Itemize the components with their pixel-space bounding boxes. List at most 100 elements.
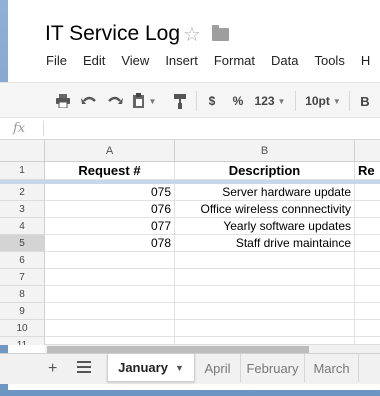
cell-b6[interactable] — [175, 252, 355, 269]
row-number[interactable]: 1 — [0, 162, 45, 180]
menu-help[interactable]: H — [353, 53, 378, 68]
font-size-label: 10pt — [305, 94, 330, 108]
row-number-selected[interactable]: 5 — [0, 235, 45, 252]
toolbar: ▼ $ % 123 ▼ 10pt ▼ B — [0, 82, 380, 118]
cell-b8[interactable] — [175, 286, 355, 303]
table-row: 9 — [0, 303, 380, 320]
table-row: 6 — [0, 252, 380, 269]
column-header-a[interactable]: A — [45, 140, 175, 162]
cell-b10[interactable] — [175, 320, 355, 337]
toolbar-separator — [295, 91, 296, 111]
column-header-b[interactable]: B — [175, 140, 355, 162]
cell-c7[interactable] — [355, 269, 380, 286]
select-all-corner[interactable] — [0, 140, 45, 162]
fx-icon: fx — [13, 121, 26, 136]
cell-a2[interactable]: 075 — [45, 184, 175, 201]
cell-b2[interactable]: Server hardware update — [175, 184, 355, 201]
cell-b5[interactable]: Staff drive maintaince — [175, 235, 355, 252]
table-row: 2 075 Server hardware update — [0, 184, 380, 201]
add-sheet-icon[interactable]: + — [48, 360, 57, 378]
cell-c1[interactable]: Re — [355, 162, 380, 180]
number-format-label: 123 — [254, 94, 275, 108]
bold-button[interactable]: B — [358, 92, 372, 110]
spreadsheet-grid: A B 1 Request # Description Re 2 075 Ser… — [0, 140, 380, 345]
horizontal-scrollbar[interactable] — [45, 344, 380, 353]
menu-bar: File Edit View Insert Format Data Tools H — [38, 53, 378, 71]
row-number[interactable]: 8 — [0, 286, 45, 303]
scrollbar-thumb[interactable] — [47, 346, 309, 353]
font-size-dropdown[interactable]: 10pt ▼ — [303, 92, 343, 110]
menu-file[interactable]: File — [38, 53, 75, 68]
sheet-list-icon[interactable] — [77, 361, 91, 373]
row-number[interactable]: 2 — [0, 184, 45, 201]
row-number[interactable]: 6 — [0, 252, 45, 269]
table-row: 8 — [0, 286, 380, 303]
menu-data[interactable]: Data — [263, 53, 306, 68]
chevron-down-icon[interactable]: ▼ — [175, 363, 184, 373]
formula-input[interactable] — [50, 121, 380, 137]
sheet-tab-march[interactable]: March — [305, 354, 359, 382]
print-icon[interactable] — [54, 92, 72, 110]
table-row: 7 — [0, 269, 380, 286]
sheet-tab-january[interactable]: January ▼ — [107, 354, 195, 382]
chevron-down-icon: ▼ — [277, 96, 286, 106]
row-number[interactable]: 10 — [0, 320, 45, 337]
cell-a8[interactable] — [45, 286, 175, 303]
row-number[interactable]: 3 — [0, 201, 45, 218]
column-header-c[interactable] — [355, 140, 380, 162]
folder-icon[interactable] — [212, 25, 229, 41]
table-row: 3 076 Office wireless connnectivity — [0, 201, 380, 218]
cell-a6[interactable] — [45, 252, 175, 269]
currency-format-button[interactable]: $ — [205, 92, 219, 110]
formula-bar: fx — [0, 118, 380, 140]
document-title[interactable]: IT Service Log — [45, 22, 180, 46]
star-icon[interactable]: ☆ — [183, 22, 201, 47]
cell-c4[interactable] — [355, 218, 380, 235]
cell-a10[interactable] — [45, 320, 175, 337]
paste-format-icon[interactable]: ▼ — [131, 92, 157, 110]
sheet-tab-bar: + January ▼ April February March — [0, 353, 380, 384]
cell-c10[interactable] — [355, 320, 380, 337]
undo-icon[interactable] — [80, 92, 98, 110]
menu-edit[interactable]: Edit — [75, 53, 113, 68]
cell-c6[interactable] — [355, 252, 380, 269]
number-format-dropdown[interactable]: 123 ▼ — [254, 92, 286, 110]
cell-c5[interactable] — [355, 235, 380, 252]
sheet-tab-april[interactable]: April — [195, 354, 241, 382]
menu-view[interactable]: View — [113, 53, 157, 68]
cell-c9[interactable] — [355, 303, 380, 320]
cell-b7[interactable] — [175, 269, 355, 286]
cell-b9[interactable] — [175, 303, 355, 320]
percent-format-button[interactable]: % — [230, 92, 246, 110]
row-number[interactable]: 11 — [0, 337, 45, 345]
paint-format-icon[interactable] — [172, 92, 188, 110]
cell-b3[interactable]: Office wireless connnectivity — [175, 201, 355, 218]
cell-c2[interactable] — [355, 184, 380, 201]
cell-c8[interactable] — [355, 286, 380, 303]
cell-a5[interactable]: 078 — [45, 235, 175, 252]
redo-icon[interactable] — [106, 92, 124, 110]
cell-a9[interactable] — [45, 303, 175, 320]
row-number[interactable]: 7 — [0, 269, 45, 286]
sheet-tab-february[interactable]: February — [241, 354, 305, 382]
cell-a3[interactable]: 076 — [45, 201, 175, 218]
toolbar-separator — [349, 91, 350, 111]
cell-b4[interactable]: Yearly software updates — [175, 218, 355, 235]
chevron-down-icon: ▼ — [332, 96, 341, 106]
menu-format[interactable]: Format — [206, 53, 263, 68]
menu-insert[interactable]: Insert — [157, 53, 206, 68]
cell-b1[interactable]: Description — [175, 162, 355, 180]
formula-separator — [43, 121, 44, 136]
menu-tools[interactable]: Tools — [306, 53, 352, 68]
cell-c3[interactable] — [355, 201, 380, 218]
sheet-tab-label: January — [118, 360, 168, 375]
cell-a7[interactable] — [45, 269, 175, 286]
row-number[interactable]: 9 — [0, 303, 45, 320]
toolbar-separator — [196, 91, 197, 111]
cell-a4[interactable]: 077 — [45, 218, 175, 235]
table-row: 10 — [0, 320, 380, 337]
table-row: 4 077 Yearly software updates — [0, 218, 380, 235]
row-number[interactable]: 4 — [0, 218, 45, 235]
table-row: 5 078 Staff drive maintaince — [0, 235, 380, 252]
cell-a1[interactable]: Request # — [45, 162, 175, 180]
